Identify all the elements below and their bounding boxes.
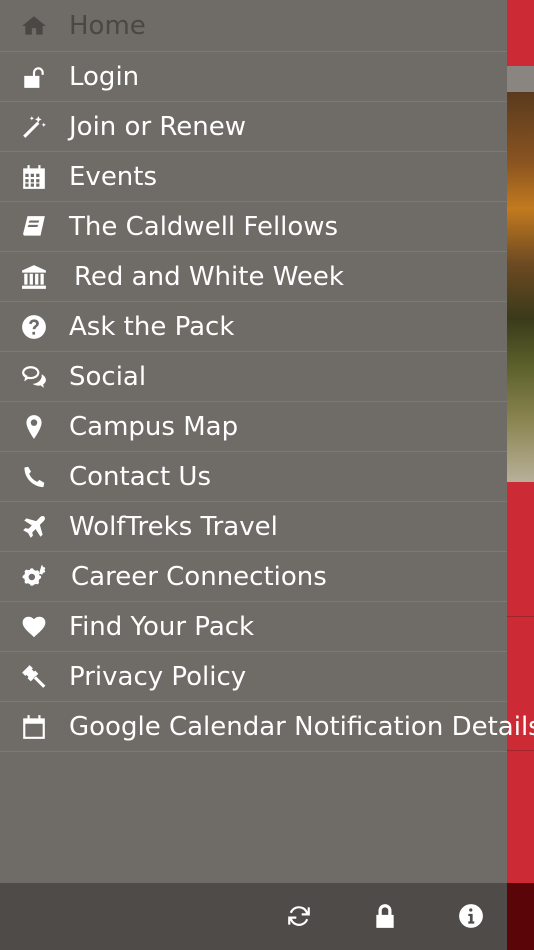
menu-item-events[interactable]: Events: [0, 152, 507, 202]
menu-item-contact-us[interactable]: Contact Us: [0, 452, 507, 502]
refresh-icon: [286, 903, 312, 929]
menu-item-label: Ask the Pack: [69, 311, 235, 342]
lock-button[interactable]: [370, 901, 400, 931]
menu-item-label: Join or Renew: [69, 111, 247, 142]
calendar-icon: [20, 713, 48, 741]
background-header: [507, 66, 534, 92]
background-app: [507, 0, 534, 950]
phone-icon: [20, 463, 48, 491]
refresh-button[interactable]: [284, 901, 314, 931]
navigation-drawer: Home Login Join or Renew Events The Cald: [0, 0, 534, 883]
heart-icon: [20, 613, 48, 641]
home-icon: [20, 12, 48, 40]
menu-item-label: Events: [69, 161, 158, 192]
calendar-grid-icon: [20, 163, 48, 191]
gavel-icon: [20, 663, 48, 691]
bottom-toolbar: [0, 883, 507, 950]
menu-item-social[interactable]: Social: [0, 352, 507, 402]
institution-icon: [20, 263, 48, 291]
menu-item-label: Red and White Week: [74, 261, 344, 292]
menu-list: Home Login Join or Renew Events The Cald: [0, 0, 534, 752]
menu-item-privacy-policy[interactable]: Privacy Policy: [0, 652, 507, 702]
background-divider: [507, 750, 534, 751]
menu-item-label: The Caldwell Fellows: [69, 211, 339, 242]
menu-item-label: Privacy Policy: [69, 661, 247, 692]
question-circle-icon: [20, 313, 48, 341]
background-photo: [507, 92, 534, 482]
menu-item-label: Campus Map: [69, 411, 239, 442]
menu-item-label: Career Connections: [71, 561, 327, 592]
menu-item-label: Find Your Pack: [69, 611, 255, 642]
info-icon: [458, 903, 484, 929]
menu-item-label: Contact Us: [69, 461, 211, 492]
menu-item-label: Google Calendar Notification Details: [69, 711, 534, 742]
magic-wand-icon: [20, 113, 48, 141]
menu-item-find-your-pack[interactable]: Find Your Pack: [0, 602, 507, 652]
lock-icon: [372, 903, 398, 929]
menu-item-caldwell-fellows[interactable]: The Caldwell Fellows: [0, 202, 507, 252]
menu-item-ask-the-pack[interactable]: Ask the Pack: [0, 302, 507, 352]
menu-item-label: Login: [69, 61, 140, 92]
airplane-icon: [20, 513, 48, 541]
menu-item-label: Home: [69, 10, 146, 41]
background-divider: [507, 616, 534, 617]
menu-item-home[interactable]: Home: [0, 0, 507, 52]
chat-bubbles-icon: [20, 363, 48, 391]
menu-item-google-calendar-notification[interactable]: Google Calendar Notification Details: [0, 702, 534, 752]
menu-item-career-connections[interactable]: Career Connections: [0, 552, 507, 602]
menu-item-label: WolfTreks Travel: [69, 511, 278, 542]
gears-icon: [20, 563, 48, 591]
menu-item-wolftreks-travel[interactable]: WolfTreks Travel: [0, 502, 507, 552]
unlock-icon: [20, 63, 48, 91]
menu-item-join-or-renew[interactable]: Join or Renew: [0, 102, 507, 152]
map-pin-icon: [20, 413, 48, 441]
background-bottom-bar: [507, 883, 534, 950]
book-icon: [20, 213, 48, 241]
menu-item-label: Social: [69, 361, 147, 392]
menu-item-red-and-white-week[interactable]: Red and White Week: [0, 252, 507, 302]
info-button[interactable]: [456, 901, 486, 931]
menu-item-login[interactable]: Login: [0, 52, 507, 102]
menu-item-campus-map[interactable]: Campus Map: [0, 402, 507, 452]
